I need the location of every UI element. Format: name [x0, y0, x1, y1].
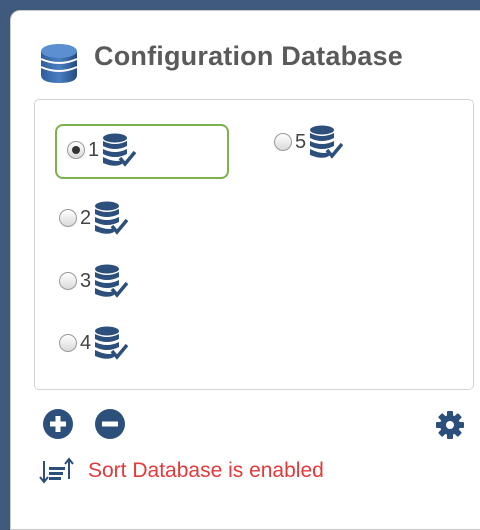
gear-icon[interactable] — [434, 409, 466, 441]
plus-circle-icon — [50, 416, 66, 432]
radio-button[interactable] — [67, 141, 85, 159]
database-item-3[interactable]: 3 — [59, 261, 129, 301]
database-number: 3 — [80, 269, 92, 292]
database-check-icon — [95, 264, 129, 298]
remove-database-button[interactable] — [95, 409, 125, 439]
database-check-icon — [95, 201, 129, 235]
radio-button[interactable] — [59, 334, 77, 352]
database-check-icon — [103, 133, 137, 167]
database-number: 2 — [80, 206, 92, 229]
sort-icon — [39, 457, 74, 484]
minus-circle-icon — [102, 421, 118, 427]
add-database-button[interactable] — [43, 409, 73, 439]
database-number: 1 — [88, 138, 100, 161]
radio-button[interactable] — [274, 133, 292, 151]
radio-button[interactable] — [59, 209, 77, 227]
database-check-icon — [95, 326, 129, 360]
database-number: 4 — [80, 331, 92, 354]
database-item-1[interactable]: 1 — [67, 130, 137, 170]
database-item-2[interactable]: 2 — [59, 198, 129, 238]
database-item-5[interactable]: 5 — [274, 122, 344, 162]
database-item-4[interactable]: 4 — [59, 323, 129, 363]
database-icon — [40, 44, 78, 83]
panel-title: Configuration Database — [94, 41, 403, 71]
sort-status-text: Sort Database is enabled — [88, 459, 324, 482]
database-number: 5 — [295, 130, 307, 153]
database-check-icon — [310, 125, 344, 159]
sort-status-row: Sort Database is enabled — [38, 457, 324, 485]
radio-button[interactable] — [59, 272, 77, 290]
